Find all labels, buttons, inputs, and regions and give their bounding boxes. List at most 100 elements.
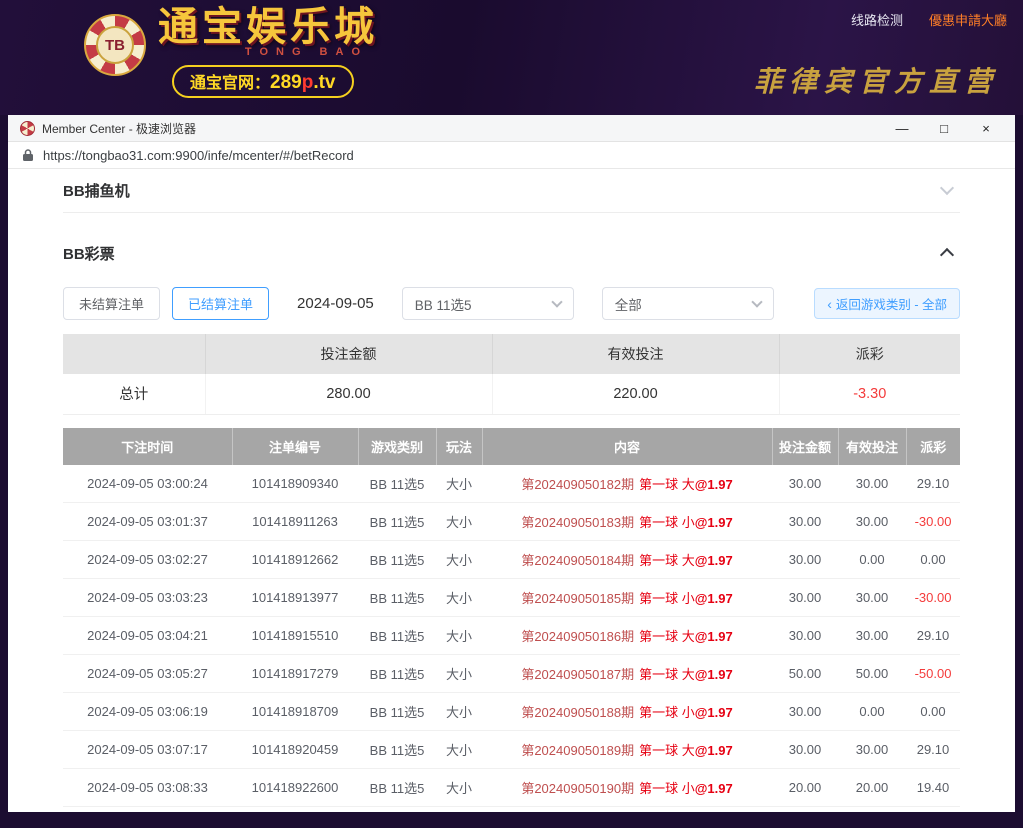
cell-bet-amount: 20.00 (772, 769, 838, 807)
bet-pick: 第一球 小@1.97 (639, 781, 733, 796)
cell-order-number: 101418911263 (232, 503, 358, 541)
minimize-button[interactable]: — (881, 115, 923, 142)
cell-payout: -30.00 (906, 503, 960, 541)
bet-odds: @1.97 (695, 477, 733, 492)
cell-valid-bet: 30.00 (838, 731, 906, 769)
cell-payout: -50.00 (906, 655, 960, 693)
bet-pick: 第一球 大@1.97 (639, 743, 733, 758)
bet-odds: @1.97 (695, 515, 733, 530)
cell-play-type: 大小 (436, 693, 482, 731)
table-row: 2024-09-05 03:06:19 101418918709 BB 11选5… (63, 693, 960, 731)
col-header-bet: 投注金额 (772, 428, 838, 465)
official-site-label: 通宝官网： (190, 75, 270, 92)
cell-content: 第202409050188期第一球 小@1.97 (482, 693, 772, 731)
chevron-up-icon[interactable] (940, 248, 954, 262)
filter-toolbar: 未结算注单 已结算注单 2024-09-05 BB 11选5 全部 ‹ 返回游戏类… (63, 287, 960, 320)
chevron-down-icon[interactable] (940, 180, 954, 194)
cell-content: 第202409050184期第一球 大@1.97 (482, 541, 772, 579)
window-title: Member Center - 极速浏览器 (42, 120, 196, 137)
promo-hall-link[interactable]: 優惠申請大廳 (929, 13, 1007, 28)
cell-payout: 0.00 (906, 541, 960, 579)
play-type-select[interactable]: 全部 (602, 287, 774, 320)
cell-bet-amount: 30.00 (772, 617, 838, 655)
col-header-valid: 有效投注 (838, 428, 906, 465)
close-button[interactable]: × (965, 115, 1007, 142)
official-slogan: 菲律宾官方直营 (754, 60, 999, 100)
line-check-link[interactable]: 线路检测 (851, 13, 903, 28)
bet-odds: @1.97 (695, 781, 733, 796)
bet-period: 第202409050187期 (521, 667, 634, 682)
cell-order-number: 101418917279 (232, 655, 358, 693)
cell-valid-bet: 30.00 (838, 617, 906, 655)
table-row: 2024-09-05 03:08:33 101418922600 BB 11选5… (63, 769, 960, 807)
chevron-down-icon (751, 296, 762, 307)
cell-bet-amount: 50.00 (772, 655, 838, 693)
col-header-play: 玩法 (436, 428, 482, 465)
bet-pick: 第一球 小@1.97 (639, 705, 733, 720)
cell-game-type: BB 11选5 (358, 503, 436, 541)
bet-period: 第202409050188期 (521, 705, 634, 720)
cell-game-type: BB 11选5 (358, 769, 436, 807)
section-bb-fishing[interactable]: BB捕鱼机 (63, 169, 960, 213)
section-bb-lottery[interactable]: BB彩票 (63, 231, 960, 275)
cell-payout: 29.10 (906, 731, 960, 769)
address-bar[interactable]: https://tongbao31.com:9900/infe/mcenter/… (8, 142, 1015, 169)
bet-odds: @1.97 (695, 743, 733, 758)
browser-window: Member Center - 极速浏览器 — □ × https://tong… (8, 115, 1015, 812)
cell-time: 2024-09-05 03:02:27 (63, 541, 232, 579)
favicon-icon (20, 121, 35, 136)
summary-header-valid: 有效投注 (492, 334, 779, 374)
date-picker[interactable]: 2024-09-05 (297, 295, 374, 312)
cell-valid-bet: 30.00 (838, 503, 906, 541)
table-row: 2024-09-05 03:00:24 101418909340 BB 11选5… (63, 465, 960, 503)
cell-time: 2024-09-05 03:04:21 (63, 617, 232, 655)
bet-period: 第202409050189期 (521, 743, 634, 758)
section-title-lottery: BB彩票 (63, 243, 115, 264)
bet-pick: 第一球 小@1.97 (639, 591, 733, 606)
bet-pick: 第一球 大@1.97 (639, 667, 733, 682)
cell-payout: 29.10 (906, 465, 960, 503)
cell-valid-bet: 30.00 (838, 465, 906, 503)
summary-bet-value: 280.00 (205, 374, 492, 414)
col-header-time: 下注时间 (63, 428, 232, 465)
cell-play-type: 大小 (436, 541, 482, 579)
cell-order-number: 101418909340 (232, 465, 358, 503)
cell-play-type: 大小 (436, 731, 482, 769)
chip-label: TB (96, 26, 134, 64)
cell-play-type: 大小 (436, 655, 482, 693)
col-header-game: 游戏类别 (358, 428, 436, 465)
cell-valid-bet: 0.00 (838, 541, 906, 579)
cell-content: 第202409050183期第一球 小@1.97 (482, 503, 772, 541)
cell-payout: 29.10 (906, 617, 960, 655)
back-to-category-button[interactable]: ‹ 返回游戏类别 - 全部 (814, 288, 960, 319)
cell-game-type: BB 11选5 (358, 579, 436, 617)
cell-time: 2024-09-05 03:06:19 (63, 693, 232, 731)
back-label: 返回游戏类别 - 全部 (836, 298, 947, 312)
cell-bet-amount: 30.00 (772, 693, 838, 731)
bet-period: 第202409050184期 (521, 553, 634, 568)
browser-titlebar: Member Center - 极速浏览器 — □ × (8, 115, 1015, 142)
cell-order-number: 101418913977 (232, 579, 358, 617)
cell-game-type: BB 11选5 (358, 693, 436, 731)
table-header-row: 下注时间 注单编号 游戏类别 玩法 内容 投注金额 有效投注 派彩 (63, 428, 960, 465)
bet-pick: 第一球 大@1.97 (639, 477, 733, 492)
unsettled-bets-button[interactable]: 未结算注单 (63, 287, 160, 320)
summary-table: 投注金额 有效投注 派彩 总计 280.00 220.00 -3.30 (63, 334, 960, 415)
col-header-payout: 派彩 (906, 428, 960, 465)
official-site-number: 289 (270, 72, 302, 93)
cell-content: 第202409050185期第一球 小@1.97 (482, 579, 772, 617)
back-arrow-icon: ‹ (827, 296, 832, 312)
settled-bets-button[interactable]: 已结算注单 (172, 287, 269, 320)
cell-time: 2024-09-05 03:00:24 (63, 465, 232, 503)
bet-pick: 第一球 小@1.97 (639, 515, 733, 530)
bet-odds: @1.97 (695, 705, 733, 720)
cell-content: 第202409050189期第一球 大@1.97 (482, 731, 772, 769)
url-text[interactable]: https://tongbao31.com:9900/infe/mcenter/… (43, 148, 354, 163)
cell-content: 第202409050187期第一球 大@1.97 (482, 655, 772, 693)
cell-content: 第202409050190期第一球 小@1.97 (482, 769, 772, 807)
section-title-fishing: BB捕鱼机 (63, 180, 130, 201)
bet-pick: 第一球 大@1.97 (639, 629, 733, 644)
maximize-button[interactable]: □ (923, 115, 965, 142)
bet-record-table: 下注时间 注单编号 游戏类别 玩法 内容 投注金额 有效投注 派彩 2024-0… (63, 428, 960, 808)
game-type-select[interactable]: BB 11选5 (402, 287, 574, 320)
